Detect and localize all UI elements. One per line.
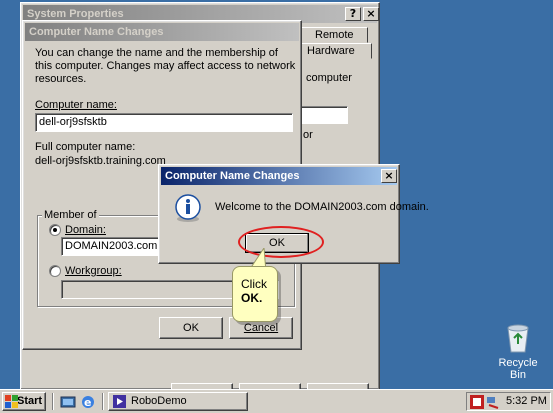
recycle-bin-label[interactable]: Recycle Bin [490, 357, 546, 381]
welcome-message: Welcome to the DOMAIN2003.com domain. [215, 201, 429, 213]
cnc-ok-button[interactable]: OK [159, 317, 223, 339]
start-label: Start [17, 395, 43, 407]
close-button[interactable]: × [363, 7, 379, 21]
cnc-description: You can change the name and the membersh… [35, 47, 296, 85]
callout-line2: OK. [241, 291, 263, 305]
tab-hardware-label: Hardware [307, 45, 355, 57]
robodemo-icon [113, 395, 126, 408]
tab-remote[interactable]: Remote [300, 27, 368, 43]
network-warning-icon[interactable] [470, 395, 484, 409]
help-button[interactable]: ? [345, 7, 361, 21]
task-robodemo[interactable]: RoboDemo [108, 392, 248, 411]
domain-radio[interactable] [49, 224, 61, 236]
task-robodemo-label: RoboDemo [131, 395, 187, 407]
network-connection-icon[interactable] [486, 395, 500, 409]
workgroup-label-text: Workgroup: [65, 265, 122, 277]
cnc-cancel-label: Cancel [243, 322, 279, 334]
full-computer-name-value: dell-orj9sfsktb.training.com [35, 155, 166, 167]
workgroup-label: Workgroup: [65, 265, 122, 277]
system-properties-title: System Properties [27, 8, 124, 20]
tab-remote-label: Remote [315, 29, 354, 41]
computer-name-label-text: Computer name: [35, 99, 117, 111]
callout-bubble: Click OK. [232, 266, 278, 322]
domain-label: Domain: [65, 224, 106, 236]
cnc-titlebar: Computer Name Changes [25, 23, 299, 41]
svg-text:e: e [84, 396, 91, 409]
quicklaunch-separator [52, 393, 54, 410]
tab-hardware[interactable]: Hardware [300, 43, 372, 59]
cnc-title: Computer Name Changes [29, 26, 164, 38]
domain-input[interactable]: DOMAIN2003.com [61, 237, 161, 256]
computer-name-label: Computer name: [35, 99, 117, 111]
recycle-bin-icon[interactable] [504, 322, 532, 354]
workgroup-radio[interactable] [49, 265, 61, 277]
windows-logo-icon [5, 395, 18, 408]
full-computer-name-label: Full computer name: [35, 141, 136, 153]
domain-label-text: Domain: [65, 224, 106, 236]
member-of-label: Member of [42, 209, 99, 221]
internet-explorer-icon[interactable]: e [80, 394, 96, 410]
system-properties-partial-text-computer: computer [306, 72, 352, 84]
welcome-titlebar: Computer Name Changes [161, 167, 397, 185]
domain-radio-dot [53, 228, 57, 232]
clock: 5:32 PM [506, 395, 547, 407]
info-icon [175, 194, 201, 222]
system-properties-partial-field [300, 106, 348, 124]
system-properties-partial-text-or: or [303, 129, 313, 141]
quicklaunch-separator-2 [102, 393, 104, 410]
welcome-close-button[interactable]: × [381, 169, 397, 183]
callout-line1: Click [241, 277, 267, 291]
welcome-title: Computer Name Changes [165, 170, 300, 182]
show-desktop-icon[interactable] [60, 394, 76, 410]
computer-name-input[interactable]: dell-orj9sfsktb [35, 113, 293, 132]
